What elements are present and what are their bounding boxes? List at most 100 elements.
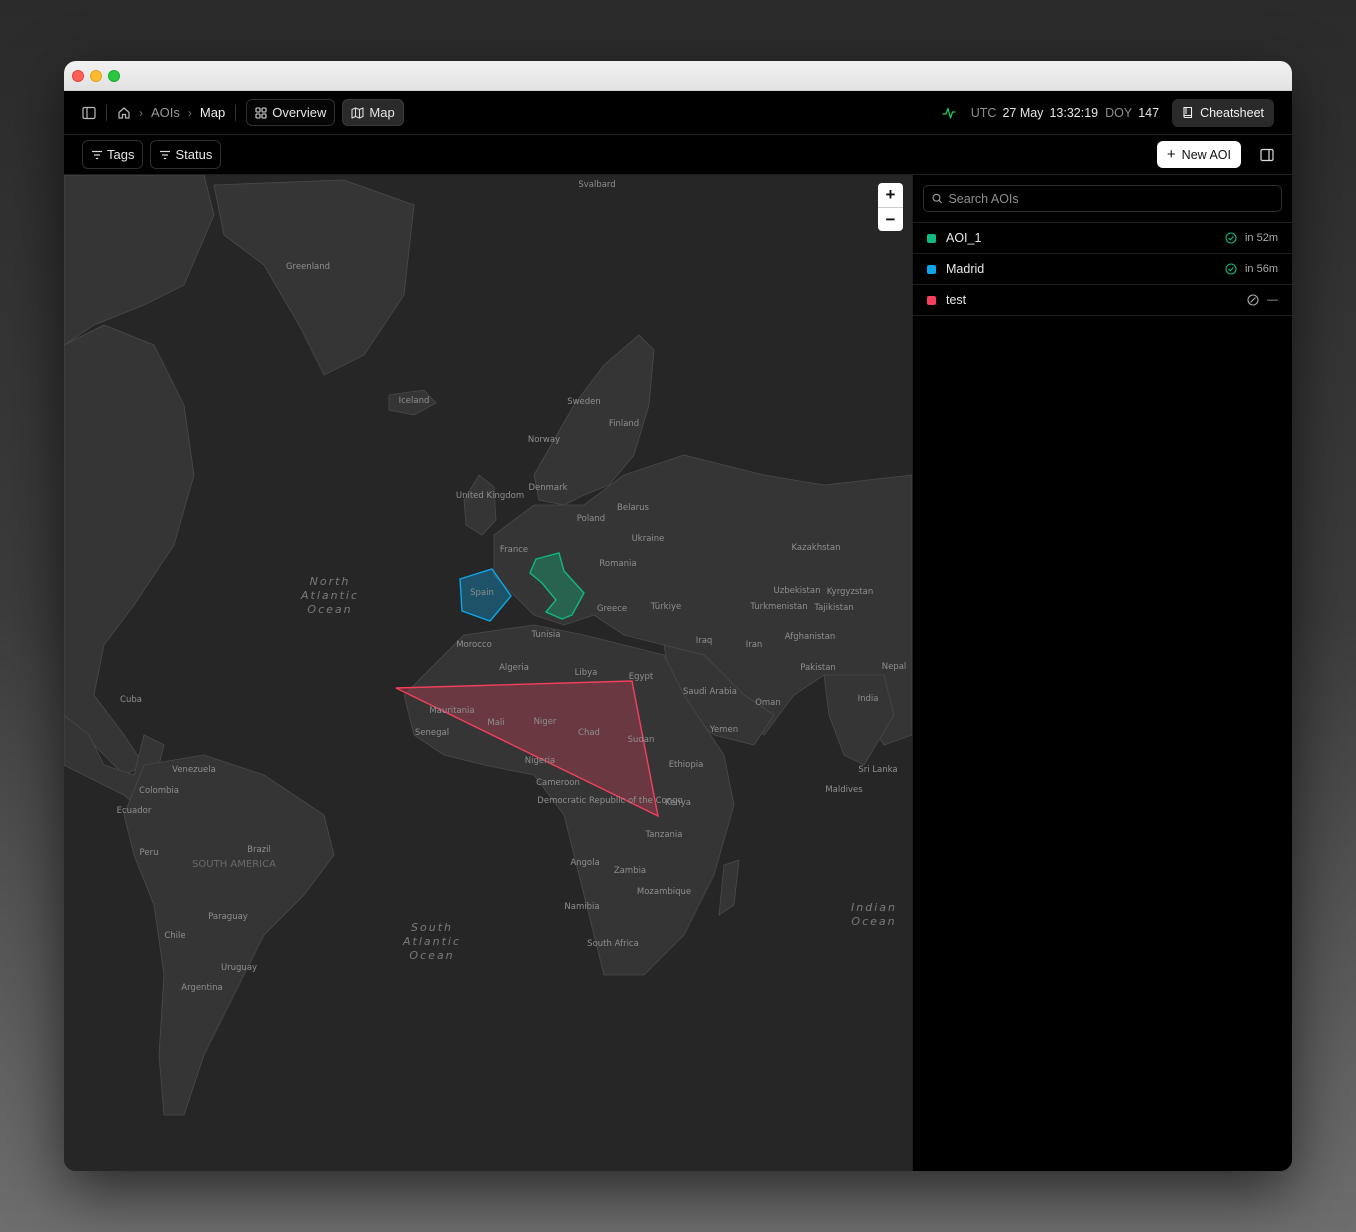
map-label: Uruguay: [221, 963, 257, 973]
aoi-status: in 56m: [1225, 263, 1278, 275]
aoi-color-swatch: [927, 233, 936, 243]
window-titlebar: [64, 61, 1292, 91]
map-label: Mali: [487, 718, 504, 728]
map-label: Sri Lanka: [858, 765, 897, 775]
map-label: Venezuela: [172, 765, 216, 775]
map-label: Spain: [470, 588, 494, 598]
map-label: Norway: [528, 435, 560, 445]
overview-view-button[interactable]: Overview: [246, 99, 336, 126]
close-window-button[interactable]: [72, 69, 84, 82]
map-label: Mozambique: [637, 887, 691, 897]
home-icon[interactable]: [117, 106, 131, 120]
app-window: › AOIs › Map Overview Map UTC 27 May 13:…: [64, 61, 1292, 1171]
map-label: Colombia: [139, 786, 179, 796]
world-map[interactable]: North Atlantic Ocean South Atlantic Ocean In…: [64, 175, 912, 1171]
map-label: Sudan: [628, 735, 655, 745]
plus-icon: +: [1166, 146, 1176, 163]
aoi-color-swatch: [927, 264, 936, 274]
tags-filter-button[interactable]: Tags: [82, 140, 144, 169]
clock-date: 27 May: [1002, 105, 1044, 120]
search-input[interactable]: [948, 191, 1273, 206]
new-aoi-label: New AOI: [1181, 147, 1231, 162]
map-label: Chad: [578, 728, 600, 738]
map-label: Kazakhstan: [792, 543, 841, 553]
aoi-name: test: [946, 293, 967, 307]
map-label: Iran: [746, 640, 763, 650]
book-icon: [1183, 106, 1193, 119]
landmass-india: [823, 674, 895, 766]
check-circle-icon: [1225, 263, 1237, 275]
map-label: Kyrgyzstan: [827, 587, 874, 597]
aoi-status-text: in 52m: [1244, 232, 1278, 244]
status-label: Status: [175, 147, 213, 162]
clock-group: UTC 27 May 13:32:19 DOY 147 Cheatsheet: [942, 98, 1274, 127]
map-label: Belarus: [617, 503, 650, 513]
aoi-list-item[interactable]: AOI_1 in 52m: [913, 223, 1292, 254]
overview-label: Overview: [272, 105, 327, 120]
utc-label: UTC: [970, 105, 997, 120]
sidebar-toggle-icon[interactable]: [82, 106, 96, 120]
map-label: Egypt: [629, 672, 654, 682]
map-icon: [351, 106, 364, 119]
aoi-color-swatch: [927, 295, 936, 305]
doy-value: 147: [1138, 105, 1160, 120]
cheatsheet-label: Cheatsheet: [1200, 105, 1264, 120]
landmass-arctic-canada: [64, 175, 215, 346]
search-box[interactable]: [923, 185, 1282, 212]
map-label: Greece: [597, 604, 627, 614]
landmass-greenland: [213, 179, 415, 376]
activity-icon[interactable]: [942, 106, 956, 120]
aoi-list-item[interactable]: Madrid in 56m: [913, 254, 1292, 285]
filter-toolbar: Tags Status + New AOI: [64, 135, 1292, 175]
aoi-list-item[interactable]: test —: [913, 285, 1292, 316]
doy-label: DOY: [1105, 105, 1133, 120]
aoi-status-text: in 56m: [1244, 263, 1278, 275]
cheatsheet-button[interactable]: Cheatsheet: [1172, 98, 1274, 127]
cancel-circle-icon: [1247, 294, 1259, 306]
map-canvas[interactable]: North Atlantic Ocean South Atlantic Ocean In…: [64, 175, 912, 1171]
map-label: Cameroon: [536, 778, 580, 788]
map-label: Yemen: [709, 725, 738, 735]
divider: [106, 104, 107, 121]
status-filter-button[interactable]: Status: [150, 140, 222, 169]
map-label: Ukraine: [632, 534, 665, 544]
ocean-label-south-atlantic: South Atlantic Ocean: [402, 921, 461, 962]
top-navigation-bar: › AOIs › Map Overview Map UTC 27 May 13:…: [64, 91, 1292, 135]
minimize-window-button[interactable]: [90, 69, 102, 82]
new-aoi-button[interactable]: + New AOI: [1156, 141, 1241, 168]
map-label: Poland: [577, 514, 605, 524]
map-label: Nigeria: [525, 756, 555, 766]
map-label: Argentina: [181, 983, 222, 993]
search-icon: [932, 193, 943, 204]
map-label: India: [858, 694, 879, 704]
panel-toggle-icon[interactable]: [1260, 148, 1274, 162]
map-label: Afghanistan: [785, 632, 836, 642]
map-label: Paraguay: [208, 912, 248, 922]
aoi-name: AOI_1: [946, 231, 982, 245]
map-label: Angola: [570, 858, 599, 868]
zoom-out-button[interactable]: −: [878, 207, 903, 231]
map-label: Saudi Arabia: [683, 687, 737, 697]
map-label: Zambia: [614, 866, 646, 876]
landmass-north-america: [64, 324, 195, 776]
maximize-window-button[interactable]: [108, 69, 120, 82]
filter-icon: [92, 150, 102, 159]
map-label: Tajikistan: [813, 603, 853, 613]
aoi-status: —: [1247, 294, 1278, 306]
map-label: South Africa: [587, 939, 639, 949]
map-label: Algeria: [499, 663, 529, 673]
ocean-label-indian: Indian Ocean: [851, 901, 897, 928]
grid-icon: [255, 106, 267, 119]
map-view-button[interactable]: Map: [342, 99, 404, 126]
map-label: Niger: [534, 717, 557, 727]
map-label: United Kingdom: [456, 491, 524, 501]
map-label: Greenland: [286, 262, 330, 272]
landmass-madagascar: [718, 859, 740, 916]
map-label: Svalbard: [578, 180, 615, 190]
zoom-in-button[interactable]: +: [878, 183, 903, 207]
map-label: Senegal: [415, 728, 449, 738]
map-label: Cuba: [120, 695, 142, 705]
breadcrumb-aois[interactable]: AOIs: [151, 105, 180, 120]
map-label: Tanzania: [644, 830, 682, 840]
map-label: Chile: [164, 931, 185, 941]
